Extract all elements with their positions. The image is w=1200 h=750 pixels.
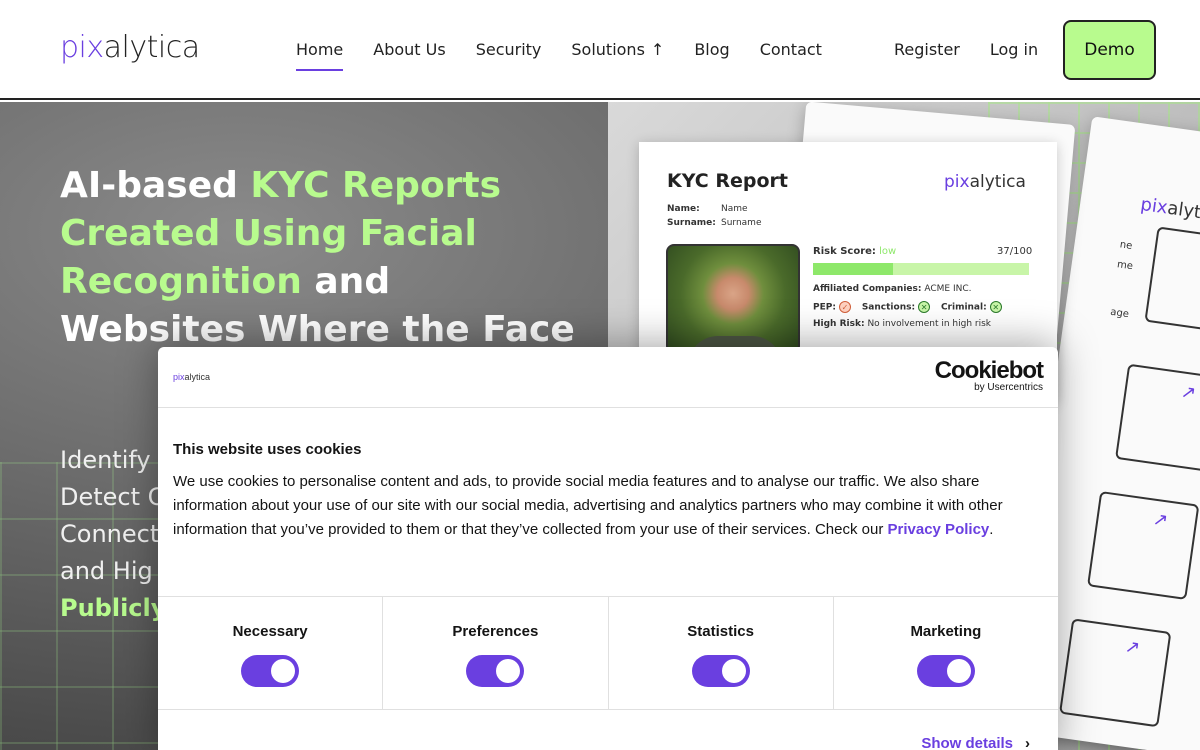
- risk-score-bar: [813, 263, 1029, 275]
- kyc-surname-row: Surname: Surname: [667, 218, 762, 228]
- hero-feature-item: and Hig: [60, 557, 153, 585]
- sheet-box: [1059, 618, 1172, 728]
- cookie-dialog-header: pixalytica Cookiebot by Usercentrics: [158, 347, 1058, 408]
- pixalytica-logo[interactable]: pixalytica: [60, 30, 200, 65]
- preferences-toggle[interactable]: [466, 655, 525, 687]
- necessary-toggle[interactable]: [241, 655, 300, 687]
- sheet-field-surname: me: [1116, 259, 1134, 273]
- arrow-up-right-icon: ↗: [1123, 636, 1142, 659]
- kyc-title: KYC Report: [667, 170, 788, 192]
- sheet-box: [1144, 226, 1200, 336]
- clear-icon: ✕: [989, 301, 1002, 313]
- hero-feature-list: Identify Detect C Connect and Hig Public…: [60, 442, 166, 627]
- chevron-right-icon: ›: [1025, 735, 1030, 750]
- arrow-up-right-icon: ↗: [1179, 381, 1198, 405]
- person-photo: [666, 244, 800, 354]
- warning-icon: ✓: [838, 301, 851, 313]
- nav-solutions[interactable]: Solutions ↑: [571, 40, 664, 71]
- status-row: PEP: ✓ Sanctions: ✕ Criminal: ✕: [813, 301, 1010, 313]
- hero-feature-item: Identify: [60, 446, 151, 474]
- sheet-box: [1115, 363, 1200, 473]
- nav-security[interactable]: Security: [476, 40, 542, 71]
- risk-score: 37/100: [997, 246, 1033, 257]
- cookiebot-logo[interactable]: Cookiebot by Usercentrics: [935, 359, 1044, 393]
- auth-links: Register Log in: [894, 40, 1038, 59]
- kyc-name-row: Name: Name: [667, 204, 748, 214]
- arrow-up-right-icon: ↗: [1151, 508, 1170, 532]
- category-preferences: Preferences: [383, 597, 609, 709]
- nav-home[interactable]: Home: [296, 40, 344, 71]
- cookie-dialog-text: We use cookies to personalise content an…: [173, 473, 1003, 538]
- statistics-toggle[interactable]: [691, 655, 750, 687]
- show-details-button[interactable]: Show details ›: [921, 735, 1030, 750]
- clear-icon: ✕: [918, 301, 931, 313]
- marketing-toggle[interactable]: [916, 655, 975, 687]
- hero-feature-item: Connect: [60, 520, 160, 548]
- category-necessary: Necessary: [158, 597, 384, 709]
- site-header: pixalytica Home About Us Security Soluti…: [0, 0, 1200, 100]
- high-risk-row: High Risk: No involvement in high risk: [813, 319, 991, 329]
- pixalytica-logo: pixalytica: [173, 372, 211, 382]
- cookie-consent-dialog: pixalytica Cookiebot by Usercentrics Thi…: [158, 347, 1058, 750]
- hero-feature-item: Publicly: [60, 594, 167, 622]
- sheet-field-name: ne: [1119, 239, 1133, 252]
- risk-label: Risk Score: low: [813, 246, 897, 257]
- sheet-box: [1087, 490, 1200, 600]
- sheet-logo: pixalytica: [1139, 193, 1200, 227]
- category-statistics: Statistics: [609, 597, 834, 709]
- privacy-policy-link[interactable]: Privacy Policy: [888, 521, 990, 538]
- sheet-field-age: age: [1109, 306, 1130, 321]
- kyc-logo: pixalytica: [944, 172, 1026, 192]
- affiliated-row: Affiliated Companies: ACME INC.: [813, 284, 972, 294]
- login-link[interactable]: Log in: [990, 40, 1038, 59]
- category-marketing: Marketing: [834, 597, 1058, 709]
- nav-about[interactable]: About Us: [373, 40, 445, 71]
- cookie-categories: Necessary Preferences Statistics Marketi…: [158, 596, 1058, 710]
- hero-feature-item: Detect C: [60, 483, 165, 511]
- nav-blog[interactable]: Blog: [694, 40, 729, 71]
- main-nav: Home About Us Security Solutions ↑ Blog C…: [296, 40, 822, 71]
- nav-contact[interactable]: Contact: [760, 40, 822, 71]
- arrow-up-icon: ↑: [650, 40, 665, 59]
- risk-score-fill: [813, 263, 893, 275]
- demo-button[interactable]: Demo: [1063, 20, 1156, 80]
- hero-title: AI-based KYC Reports Created Using Facia…: [60, 165, 575, 350]
- register-link[interactable]: Register: [894, 40, 960, 59]
- cookie-dialog-title: This website uses cookies: [173, 441, 362, 458]
